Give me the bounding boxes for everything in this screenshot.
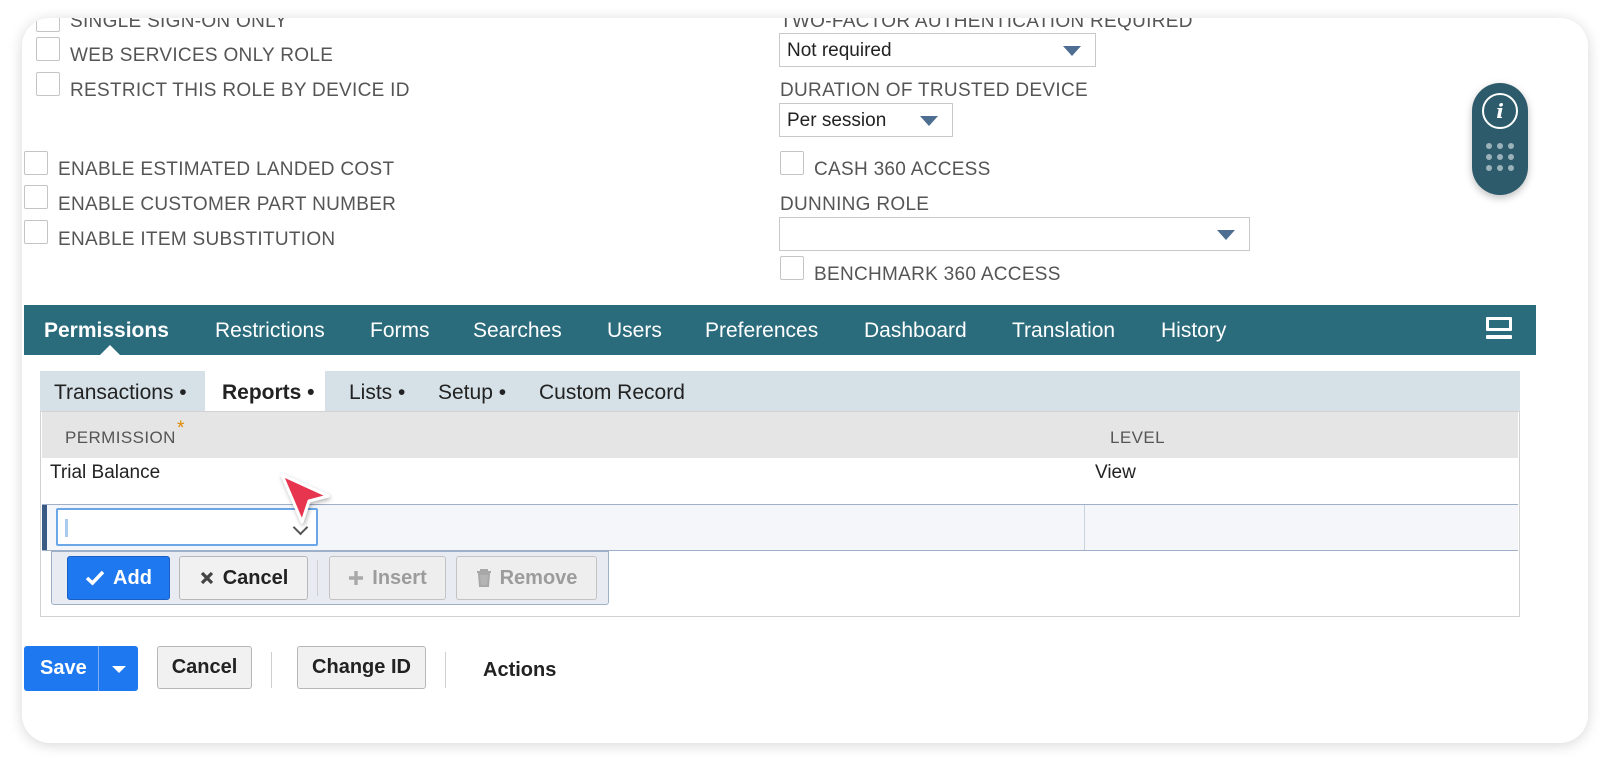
two-factor-value: Not required bbox=[787, 40, 892, 61]
enable-item-substitution-checkbox[interactable] bbox=[24, 220, 48, 244]
cash-360-access-checkbox[interactable] bbox=[780, 151, 804, 175]
tab-restrictions[interactable]: Restrictions bbox=[215, 319, 325, 343]
cancel-label: Cancel bbox=[171, 656, 238, 678]
web-services-only-role-label: WEB SERVICES ONLY ROLE bbox=[70, 45, 334, 66]
main-tab-bar: Permissions Restrictions Forms Searches … bbox=[24, 305, 1536, 355]
enable-item-substitution-label: ENABLE ITEM SUBSTITUTION bbox=[58, 229, 336, 250]
check-icon bbox=[85, 570, 105, 586]
add-line-button[interactable]: Add bbox=[67, 556, 170, 600]
plus-icon bbox=[349, 571, 364, 585]
help-widget: i bbox=[1472, 83, 1528, 195]
tab-permissions[interactable]: Permissions bbox=[44, 319, 169, 343]
enable-estimated-landed-cost-label: ENABLE ESTIMATED LANDED COST bbox=[58, 159, 395, 180]
dropdown-arrow-icon bbox=[920, 116, 938, 126]
trusted-device-label: DURATION OF TRUSTED DEVICE bbox=[780, 80, 1088, 101]
tab-forms[interactable]: Forms bbox=[370, 319, 430, 343]
text-caret bbox=[65, 519, 68, 537]
add-line-label: Add bbox=[113, 566, 152, 589]
subtab-reports[interactable]: Reports • bbox=[222, 381, 315, 405]
footer-separator bbox=[271, 652, 272, 688]
dunning-role-label: DUNNING ROLE bbox=[780, 194, 930, 215]
actions-menu[interactable]: Actions bbox=[483, 659, 556, 682]
single-sign-on-only-checkbox[interactable] bbox=[36, 18, 60, 32]
button-separator bbox=[317, 560, 318, 596]
cancel-button[interactable]: Cancel bbox=[157, 646, 252, 689]
edit-row-indicator bbox=[42, 505, 47, 550]
line-button-bar: Add Cancel Insert Remove bbox=[51, 551, 609, 605]
cancel-line-button[interactable]: Cancel bbox=[179, 556, 308, 600]
tab-preferences[interactable]: Preferences bbox=[705, 319, 818, 343]
subtab-lists[interactable]: Lists • bbox=[349, 381, 405, 405]
web-services-only-role-checkbox[interactable] bbox=[36, 37, 60, 61]
footer-separator bbox=[445, 652, 446, 688]
close-icon bbox=[200, 571, 213, 585]
insert-line-label: Insert bbox=[372, 566, 427, 589]
restrict-by-device-id-label: RESTRICT THIS ROLE BY DEVICE ID bbox=[70, 80, 410, 101]
tab-history[interactable]: History bbox=[1161, 319, 1226, 343]
active-tab-caret bbox=[100, 345, 120, 355]
dropdown-arrow-icon bbox=[1063, 46, 1081, 56]
row-level-cell[interactable]: View bbox=[1095, 462, 1136, 484]
save-dropdown-arrow-icon[interactable] bbox=[112, 666, 126, 673]
required-marker: * bbox=[177, 418, 185, 439]
permission-column-header: PERMISSION bbox=[65, 428, 176, 447]
subtab-bar: Transactions • Reports • Lists • Setup •… bbox=[40, 371, 1520, 411]
cash-360-access-label: CASH 360 ACCESS bbox=[814, 159, 991, 180]
change-id-button[interactable]: Change ID bbox=[297, 646, 426, 689]
enable-customer-part-number-checkbox[interactable] bbox=[24, 185, 48, 209]
save-split-divider bbox=[98, 646, 99, 691]
subtab-custom-record[interactable]: Custom Record bbox=[539, 381, 685, 405]
mouse-pointer-icon bbox=[280, 473, 330, 524]
restrict-by-device-id-checkbox[interactable] bbox=[36, 72, 60, 96]
save-label: Save bbox=[40, 657, 87, 679]
tab-searches[interactable]: Searches bbox=[473, 319, 562, 343]
benchmark-360-access-label: BENCHMARK 360 ACCESS bbox=[814, 264, 1061, 285]
save-button[interactable]: Save bbox=[24, 646, 138, 691]
subtab-setup[interactable]: Setup • bbox=[438, 381, 506, 405]
cell-divider bbox=[1084, 505, 1085, 550]
two-factor-select[interactable]: Not required bbox=[779, 33, 1096, 67]
benchmark-360-access-checkbox[interactable] bbox=[780, 256, 804, 280]
tab-dashboard[interactable]: Dashboard bbox=[864, 319, 967, 343]
single-sign-on-only-label: SINGLE SIGN-ON ONLY bbox=[70, 18, 288, 32]
change-id-label: Change ID bbox=[312, 656, 411, 678]
trusted-device-select[interactable]: Per session bbox=[779, 103, 953, 137]
subtab-transactions[interactable]: Transactions • bbox=[54, 381, 187, 405]
apps-grid-icon[interactable] bbox=[1486, 143, 1516, 173]
dropdown-arrow-icon bbox=[1217, 230, 1235, 240]
sublist-header: PERMISSION * LEVEL bbox=[42, 412, 1518, 458]
edit-row bbox=[42, 504, 1518, 551]
row-permission-cell[interactable]: Trial Balance bbox=[50, 462, 160, 484]
dunning-role-select[interactable] bbox=[779, 217, 1250, 251]
role-form-window: SINGLE SIGN-ON ONLY WEB SERVICES ONLY RO… bbox=[22, 18, 1588, 743]
remove-line-label: Remove bbox=[499, 566, 578, 589]
info-icon[interactable]: i bbox=[1482, 93, 1518, 129]
trusted-device-value: Per session bbox=[787, 110, 887, 131]
trash-icon bbox=[476, 569, 491, 587]
menu-icon[interactable] bbox=[1486, 317, 1512, 343]
enable-customer-part-number-label: ENABLE CUSTOMER PART NUMBER bbox=[58, 194, 397, 215]
enable-estimated-landed-cost-checkbox[interactable] bbox=[24, 151, 48, 175]
remove-line-button[interactable]: Remove bbox=[456, 556, 597, 600]
insert-line-button[interactable]: Insert bbox=[329, 556, 446, 600]
two-factor-label: TWO-FACTOR AUTHENTICATION REQUIRED bbox=[780, 18, 1193, 32]
cancel-line-label: Cancel bbox=[222, 566, 289, 589]
level-column-header: LEVEL bbox=[1110, 428, 1165, 447]
tab-translation[interactable]: Translation bbox=[1012, 319, 1115, 343]
tab-users[interactable]: Users bbox=[607, 319, 662, 343]
